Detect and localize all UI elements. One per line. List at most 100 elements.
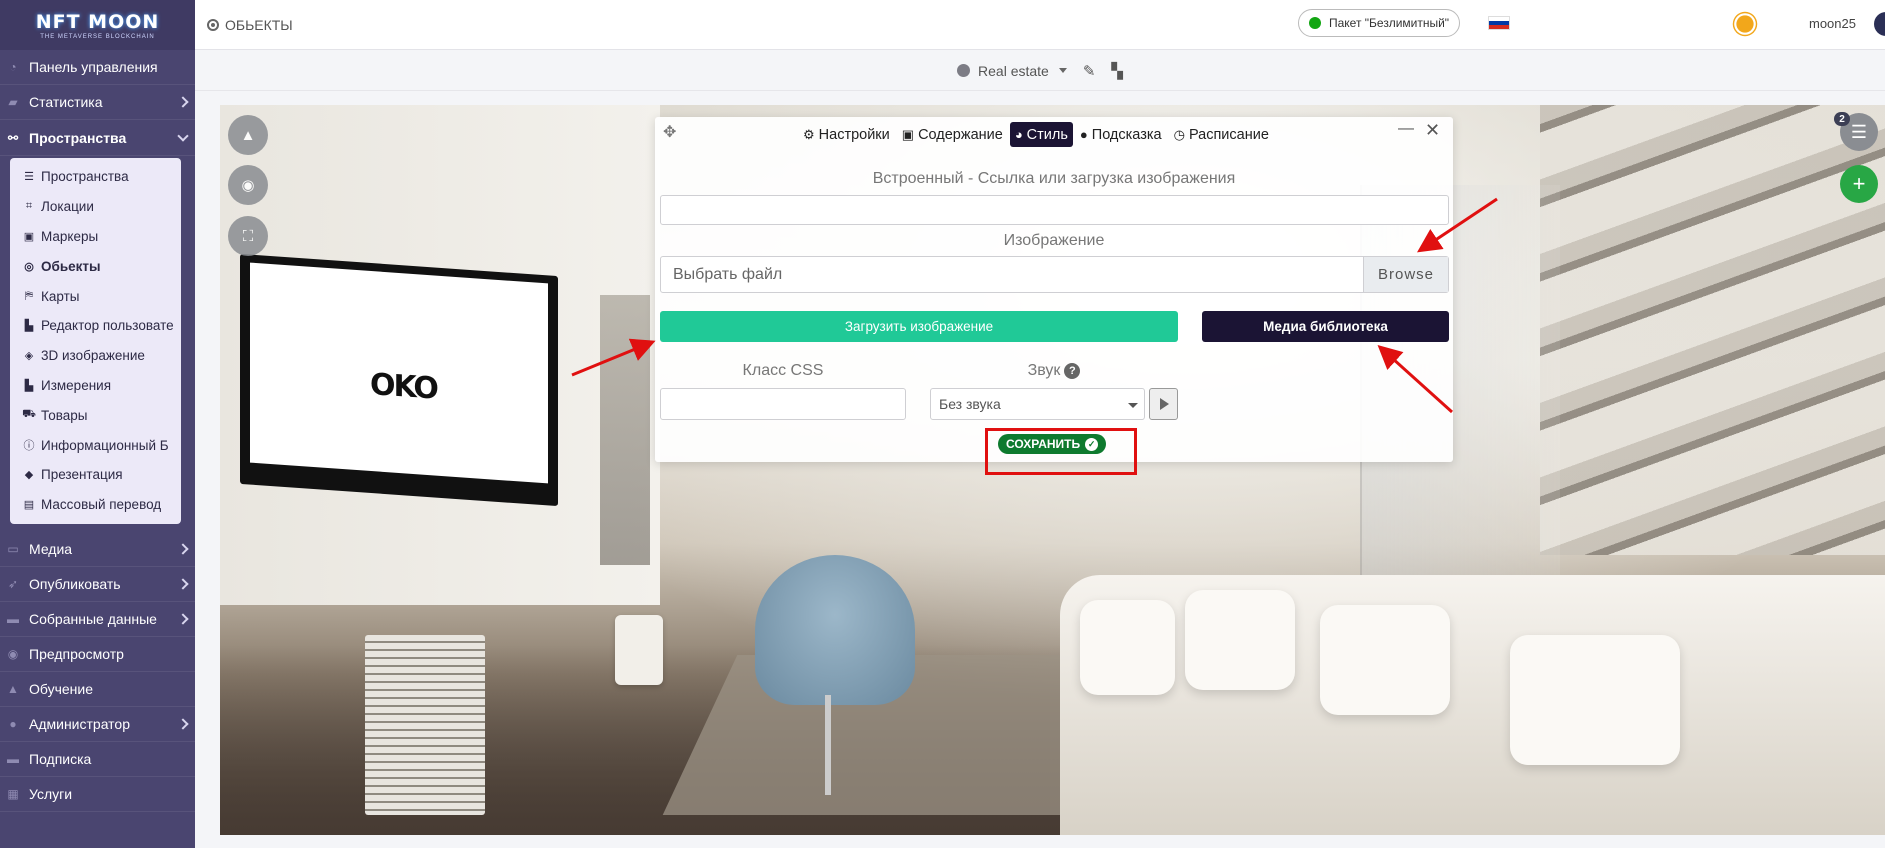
sidebar-item-label: Панель управления: [29, 59, 158, 75]
space-selector[interactable]: Real estate: [978, 63, 1049, 79]
tv-logo-text: OKO: [370, 366, 437, 407]
submenu-label: Информационный Б: [41, 437, 169, 453]
settings-edit-icon[interactable]: ▚: [1111, 62, 1123, 80]
submenu-item-measurements[interactable]: ▙ Измерения: [10, 371, 181, 401]
submenu-item-spaces[interactable]: ☰ Пространства: [10, 162, 181, 192]
dialog-tabs: ⚙ Настройки ▣ Содержание ◕ Стиль ● Подсказка…: [798, 122, 1274, 147]
play-sound-button[interactable]: [1149, 388, 1178, 420]
help-icon[interactable]: ?: [1064, 363, 1081, 379]
sidebar-item-publish[interactable]: ➶ Опубликовать: [0, 567, 195, 602]
palette-icon: ◕: [1014, 127, 1023, 142]
breadcrumb-label: ОБЬЕКТЫ: [225, 16, 293, 33]
submenu-label: Товары: [41, 407, 88, 423]
dashboard-icon: ◔: [9, 60, 17, 74]
sidebar-item-learning[interactable]: ▲ Обучение: [0, 672, 195, 707]
submenu-item-presentation[interactable]: ◆ Презентация: [10, 460, 181, 490]
room-vase: [615, 615, 663, 685]
map-icon: ⛿: [25, 289, 33, 302]
package-badge[interactable]: Пакет "Безлимитный": [1298, 9, 1461, 37]
tab-schedule[interactable]: ◷ Расписание: [1169, 122, 1274, 147]
sidebar-item-label: Обучение: [29, 680, 94, 697]
submenu-item-info[interactable]: ⓘ Информационный Б: [10, 430, 181, 460]
image-icon[interactable]: ▲: [228, 115, 268, 155]
room-books: [365, 635, 485, 815]
sidebar-item-statistics[interactable]: ▰ Статистика: [0, 85, 195, 120]
submenu-label: Обьекты: [41, 258, 101, 274]
sidebar-item-label: Медиа: [29, 540, 73, 557]
edit-icon[interactable]: ✎: [1083, 62, 1096, 80]
room-shelf: [600, 295, 650, 565]
breadcrumb: ОБЬЕКТЫ: [207, 17, 293, 33]
submenu-item-mass-translate[interactable]: ▤ Массовый перевод: [10, 490, 181, 520]
move-icon[interactable]: ✥: [663, 122, 676, 142]
room-stairs: [1540, 105, 1885, 555]
embed-url-input[interactable]: [660, 195, 1449, 225]
marker-icon: ▣: [23, 230, 35, 243]
spaces-submenu: ☰ Пространства ⌗ Локации ▣ Маркеры ◎ Обьекты…: [10, 158, 181, 524]
upload-image-button[interactable]: Загрузить изображение: [660, 311, 1178, 342]
submenu-item-objects[interactable]: ◎ Обьекты: [10, 251, 181, 281]
sound-select[interactable]: Без звука: [930, 388, 1145, 420]
chevron-right-icon: [177, 577, 189, 590]
sound-select-value: Без звука: [939, 396, 1001, 412]
submenu-label: Карты: [41, 288, 80, 304]
caret-down-icon[interactable]: [1058, 68, 1067, 73]
chevron-down-icon: [1128, 403, 1138, 408]
css-class-label: Класс CSS: [742, 362, 824, 379]
tv-object[interactable]: OKO: [240, 253, 558, 507]
add-icon[interactable]: +: [1840, 165, 1878, 203]
sidebar-item-services[interactable]: ▦ Услуги: [0, 777, 195, 812]
tab-settings[interactable]: ⚙ Настройки: [798, 122, 895, 147]
submenu-item-user-editor[interactable]: ▙ Редактор пользовате: [10, 311, 181, 341]
username[interactable]: moon25: [1809, 16, 1856, 31]
topbar: ОБЬЕКТЫ: [195, 0, 1885, 50]
sidebar-item-preview[interactable]: ◉ Предпросмотр: [0, 637, 195, 672]
submenu-item-maps[interactable]: ⛿ Карты: [10, 281, 181, 311]
translate-icon: ▤: [23, 499, 35, 512]
tab-content[interactable]: ▣ Содержание: [897, 122, 1008, 147]
room-pillow: [1080, 600, 1175, 695]
tab-hint[interactable]: ● Подсказка: [1075, 122, 1167, 147]
sidebar-item-admin[interactable]: ● Администратор: [0, 707, 195, 742]
tab-label: Расписание: [1188, 126, 1269, 143]
close-icon[interactable]: ✕: [1425, 120, 1440, 141]
eye-icon[interactable]: ◉: [228, 165, 268, 205]
browse-button[interactable]: Browse: [1363, 257, 1448, 292]
sidebar: NFT MOON THE METAVERSE BLOCKCHAIN ◔ Пане…: [0, 0, 195, 848]
submenu-item-products[interactable]: ⛟ Товары: [10, 400, 181, 430]
css-class-input[interactable]: [660, 388, 906, 420]
subscription-icon: ▬: [7, 751, 19, 766]
space-toolbar: Real estate ✎ ▚: [195, 51, 1885, 91]
logo[interactable]: NFT MOON THE METAVERSE BLOCKCHAIN: [0, 0, 195, 50]
tab-style[interactable]: ◕ Стиль: [1009, 122, 1073, 147]
file-picker[interactable]: Выбрать файл Browse: [660, 256, 1449, 293]
submenu-item-3d-image[interactable]: ◈ 3D изображение: [10, 341, 181, 371]
package-label: Пакет "Безлимитный": [1329, 16, 1450, 30]
sidebar-item-dashboard[interactable]: ◔ Панель управления: [0, 50, 195, 85]
submenu-item-locations[interactable]: ⌗ Локации: [10, 192, 181, 222]
submenu-item-markers[interactable]: ▣ Маркеры: [10, 222, 181, 252]
target-icon: ◎: [24, 260, 34, 273]
services-icon: ▦: [7, 786, 19, 801]
submenu-label: Измерения: [41, 377, 112, 393]
sidebar-item-label: Услуги: [29, 785, 73, 802]
comment-icon: ●: [1079, 127, 1088, 142]
media-library-button[interactable]: Медиа библиотека: [1202, 311, 1449, 342]
ruler-icon: ▙: [24, 379, 34, 392]
sidebar-item-media[interactable]: ▭ Медиа: [0, 532, 195, 567]
fullscreen-icon[interactable]: ⛶: [228, 216, 268, 256]
sidebar-item-collected-data[interactable]: ▬ Собранные данные: [0, 602, 195, 637]
sound-label-wrap: Звук?: [930, 362, 1178, 380]
submenu-label: Маркеры: [41, 228, 99, 244]
sound-label: Звук: [1027, 362, 1061, 379]
language-flag-icon[interactable]: [1488, 16, 1510, 30]
room-sofa: [1060, 575, 1885, 835]
minimize-icon[interactable]: —: [1398, 120, 1414, 138]
logo-title: NFT MOON: [35, 10, 160, 33]
chevron-right-icon: [177, 96, 189, 108]
theme-sun-icon[interactable]: [1736, 15, 1754, 33]
preview-icon: ◉: [7, 646, 19, 661]
sidebar-item-spaces[interactable]: ⚯ Пространства: [0, 120, 195, 156]
tab-label: Настройки: [818, 126, 890, 143]
sidebar-item-subscription[interactable]: ▬ Подписка: [0, 742, 195, 777]
